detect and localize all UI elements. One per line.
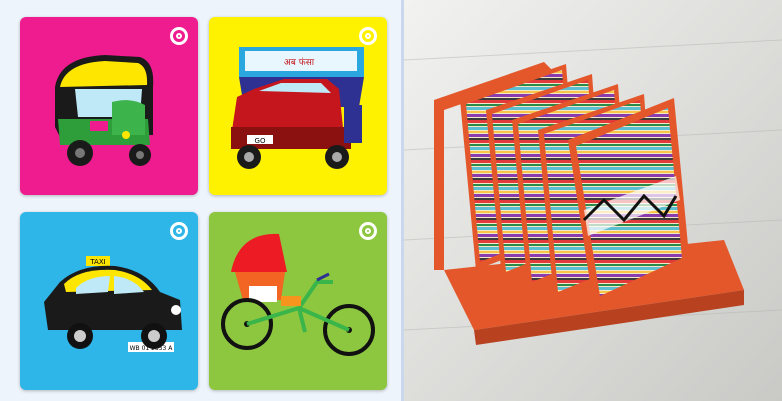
select-circle-icon[interactable]: [359, 222, 377, 240]
select-circle-icon[interactable]: [170, 27, 188, 45]
coaster-card-auto-rickshaw[interactable]: [20, 17, 198, 195]
select-circle-icon[interactable]: [170, 222, 188, 240]
cycle-rickshaw-illustration: [221, 233, 375, 356]
truck-illustration: अब फंसा GO: [231, 47, 364, 169]
truck-sign-text: अब फंसा: [284, 57, 315, 68]
coaster-set-photo: [404, 0, 782, 401]
auto-rickshaw-illustration: [55, 55, 154, 166]
taxi-sign-text: TAXI: [89, 258, 105, 266]
truck-plate-text: GO: [255, 137, 266, 145]
product-image-panel-left: अब फंसा GO TAXI WB 01 2853 A: [0, 0, 404, 401]
select-circle-icon[interactable]: [359, 27, 377, 45]
taxi-illustration: TAXI WB 01 2853 A: [44, 256, 182, 352]
coaster-card-cycle-rickshaw[interactable]: [209, 212, 387, 390]
product-image-panel-right: [404, 0, 782, 401]
coaster-card-taxi[interactable]: TAXI WB 01 2853 A: [20, 212, 198, 390]
coaster-card-truck[interactable]: अब फंसा GO: [209, 17, 387, 195]
